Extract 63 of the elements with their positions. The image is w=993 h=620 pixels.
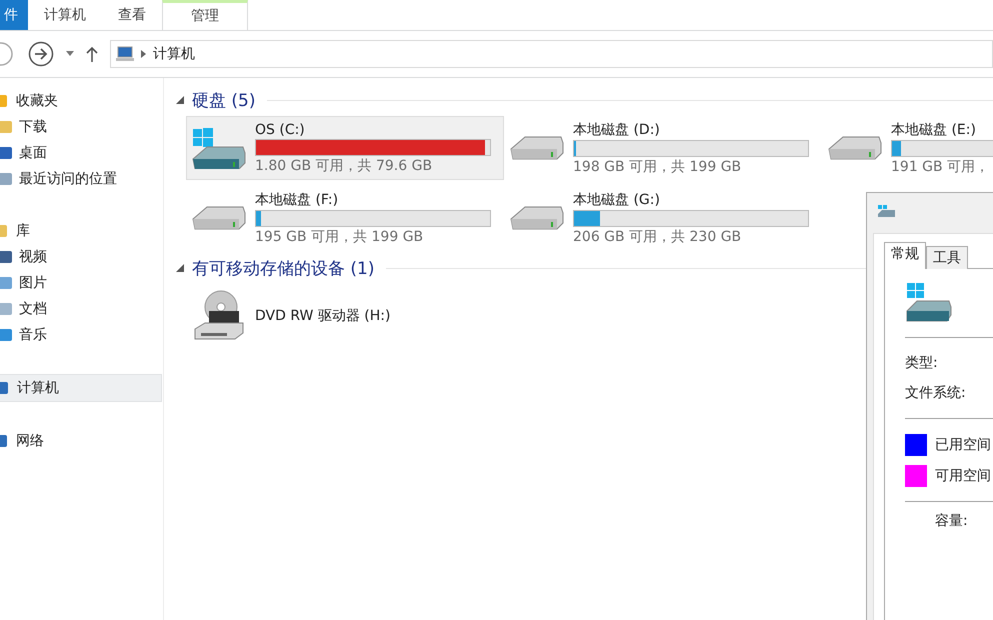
field-label: 文件系统:: [905, 384, 967, 403]
sidebar-item[interactable]: 下载: [0, 114, 163, 140]
drive-name: 本地磁盘 (E:): [891, 120, 977, 138]
drive-icon: [509, 206, 565, 230]
drive-name: 本地磁盘 (F:): [255, 190, 340, 208]
sidebar-icon: [0, 275, 14, 291]
sidebar-item[interactable]: 视频: [0, 244, 163, 270]
collapse-icon[interactable]: [176, 264, 184, 272]
drive-space: 198 GB 可用，共 199 GB: [573, 158, 742, 176]
forward-icon[interactable]: [28, 41, 54, 67]
sidebar-item[interactable]: 最近访问的位置: [0, 166, 163, 192]
caret-icon[interactable]: [66, 51, 74, 57]
drive-space: 1.80 GB 可用，共 79.6 GB: [255, 156, 434, 174]
sidebar-item[interactable]: 音乐: [0, 322, 163, 348]
dialog-tab[interactable]: 常规: [884, 242, 926, 269]
sidebar-icon: [0, 327, 14, 343]
sidebar-item[interactable]: 桌面: [0, 140, 163, 166]
drive-name: OS (C:): [255, 122, 306, 138]
drive-tile[interactable]: OS (C:) 1.80 GB 可用，共 79.6 GB: [186, 116, 504, 180]
system-drive-icon: [191, 127, 247, 169]
legend-label: 可用空间: [935, 466, 991, 484]
sidebar-item[interactable]: 网络: [0, 428, 163, 454]
drive-tile[interactable]: DVD RW 驱动器 (H:): [186, 284, 504, 348]
sidebar-item[interactable]: 收藏夹: [0, 88, 163, 114]
sidebar-icon: [0, 301, 14, 317]
sidebar-item[interactable]: 计算机: [0, 374, 162, 402]
chevron-icon: [141, 50, 147, 58]
drive-icon: [509, 136, 565, 160]
ribbon-tab[interactable]: 管理: [162, 0, 248, 30]
sidebar-icon: [0, 119, 14, 135]
drive-tile[interactable]: 本地磁盘 (G:) 206 GB 可用，共 230 GB: [504, 186, 822, 250]
dialog-tab[interactable]: 工具: [926, 246, 968, 269]
drive-tile[interactable]: 本地磁盘 (F:) 195 GB 可用，共 199 GB: [186, 186, 504, 250]
legend-label: 已用空间: [935, 436, 991, 454]
collapse-icon[interactable]: [176, 96, 184, 104]
sidebar-item[interactable]: 库: [0, 218, 163, 244]
up-arrow-icon[interactable]: [86, 46, 98, 62]
computer-icon: [115, 46, 135, 62]
drive-name: 本地磁盘 (G:): [573, 190, 661, 208]
system-drive-icon: [905, 283, 953, 323]
ribbon-tab[interactable]: 件: [0, 0, 28, 30]
sidebar-icon: [0, 249, 14, 265]
drive-icon: [827, 136, 883, 160]
section-title[interactable]: 硬盘 (5): [192, 88, 256, 112]
address-field[interactable]: 计算机: [110, 40, 993, 68]
drive-tile[interactable]: 本地磁盘 (E:) 191 GB 可用，: [822, 116, 993, 180]
drive-space: 191 GB 可用，: [891, 158, 990, 176]
drive-tile[interactable]: 本地磁盘 (D:) 198 GB 可用，共 199 GB: [504, 116, 822, 180]
drive-space: 206 GB 可用，共 230 GB: [573, 228, 742, 246]
sidebar-item[interactable]: 文档: [0, 296, 163, 322]
section-title[interactable]: 有可移动存储的设备 (1): [192, 256, 374, 280]
field-label: 类型:: [905, 354, 939, 373]
ribbon-tab[interactable]: 计算机: [28, 0, 102, 30]
sidebar-icon: [0, 145, 14, 161]
drive-icon: [877, 205, 897, 219]
drive-name: 本地磁盘 (D:): [573, 120, 661, 138]
ribbon-tab[interactable]: 查看: [102, 0, 162, 30]
capacity-label: 容量:: [934, 512, 969, 530]
sidebar-icon: [0, 171, 14, 187]
drive-name: DVD RW 驱动器 (H:): [255, 307, 392, 325]
sidebar-item[interactable]: 图片: [0, 270, 163, 296]
drive-space: 195 GB 可用，共 199 GB: [255, 228, 424, 246]
drive-icon: [191, 206, 247, 230]
